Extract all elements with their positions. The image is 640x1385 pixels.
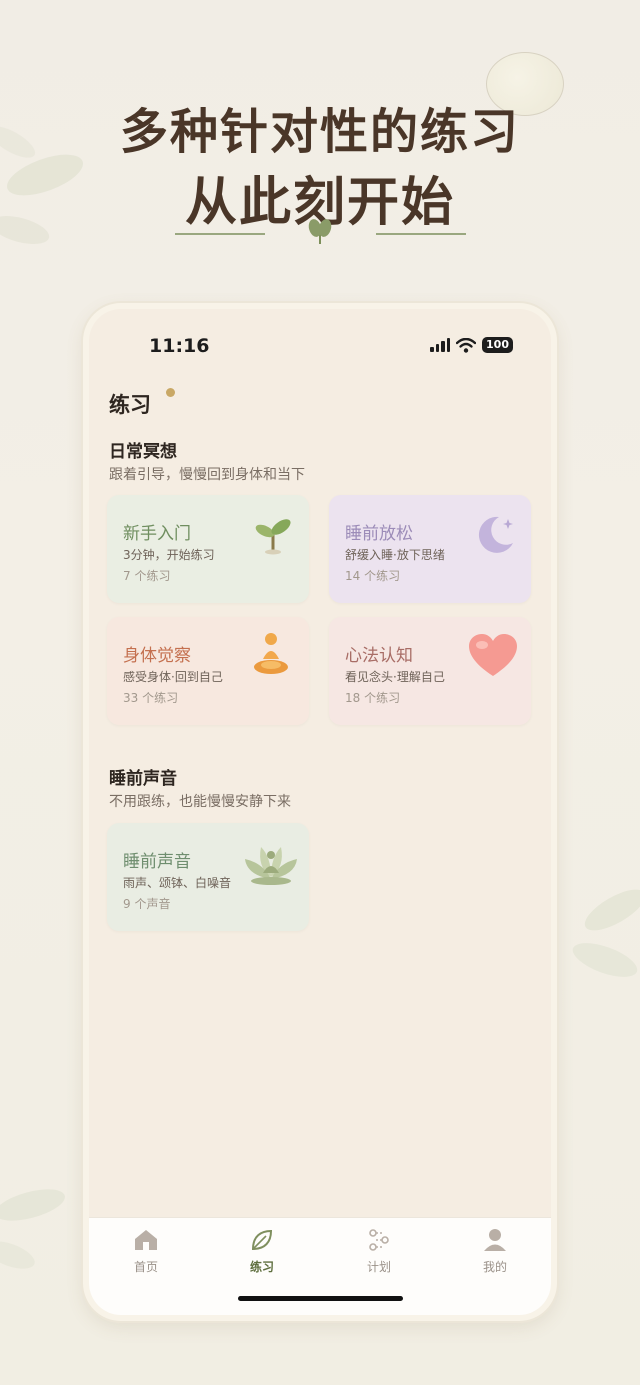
wifi-icon [456,337,477,353]
card-sleep-sounds[interactable]: 睡前声音 雨声、颂钵、白噪音 9 个声音 [107,823,309,931]
status-icons: 100 [430,337,513,353]
page-title: 练习 [109,393,151,417]
card-description: 感受身体·回到自己 [123,670,223,684]
card-description: 雨声、颂钵、白噪音 [123,876,232,890]
card-title: 睡前放松 [345,524,413,544]
status-time: 11:16 [149,335,210,357]
title-dot [166,388,175,397]
tab-practice[interactable]: 练习 [222,1228,302,1275]
moon-icon [478,516,513,553]
section-subtitle-sleep: 不用跟练，也能慢慢安静下来 [109,794,291,810]
home-indicator [238,1296,403,1301]
sprout-icon [255,519,291,555]
background-leaf-icon [0,1189,65,1269]
card-count: 7 个练习 [123,569,171,583]
leaf-icon [251,1229,273,1251]
tab-home[interactable]: 首页 [106,1228,186,1275]
home-icon [135,1230,157,1250]
divider-right [376,233,466,235]
card-description: 舒缓入睡·放下思绪 [345,548,445,562]
tab-label: 首页 [133,1260,158,1274]
heart-icon [469,634,517,676]
plan-icon [369,1229,389,1251]
tab-profile[interactable]: 我的 [455,1228,535,1275]
card-count: 33 个练习 [123,691,179,705]
tab-label: 我的 [482,1260,507,1274]
divider-left [175,233,265,235]
card-sleep-relax[interactable]: 睡前放松 舒缓入睡·放下思绪 14 个练习 [329,495,531,603]
card-description: 看见念头·理解自己 [345,670,445,684]
profile-icon [484,1229,506,1251]
card-title: 睡前声音 [123,852,191,872]
section-title-daily: 日常冥想 [109,442,177,462]
lotus-meditation-icon [245,847,297,885]
tab-plan[interactable]: 计划 [339,1228,419,1275]
card-beginner[interactable]: 新手入门 3分钟，开始练习 7 个练习 [107,495,309,603]
card-title: 新手入门 [123,524,191,544]
app-screen: 11:16 100 练习 日常冥想 跟着引导，慢慢回到身体和当下 新手入门 3分… [89,309,551,1315]
battery-indicator: 100 [482,337,513,353]
card-count: 9 个声音 [123,897,171,911]
tab-label: 计划 [366,1260,391,1274]
section-title-sleep: 睡前声音 [109,769,177,789]
background-leaf-icon [572,889,640,977]
sprout-divider-icon [308,219,332,244]
card-title: 心法认知 [345,646,413,666]
signal-icon [430,338,451,352]
meditating-person-icon [254,633,288,674]
card-count: 14 个练习 [345,569,401,583]
card-count: 18 个练习 [345,691,401,705]
card-title: 身体觉察 [123,646,191,666]
headline-line-1: 多种针对性的练习 [119,104,520,160]
card-body-awareness[interactable]: 身体觉察 感受身体·回到自己 33 个练习 [107,617,309,725]
tab-label: 练习 [249,1260,274,1274]
phone-frame: 11:16 100 练习 日常冥想 跟着引导，慢慢回到身体和当下 新手入门 3分… [83,303,557,1321]
card-mind-cognition[interactable]: 心法认知 看见念头·理解自己 18 个练习 [329,617,531,725]
card-description: 3分钟，开始练习 [123,548,215,562]
section-subtitle-daily: 跟着引导，慢慢回到身体和当下 [109,467,305,483]
